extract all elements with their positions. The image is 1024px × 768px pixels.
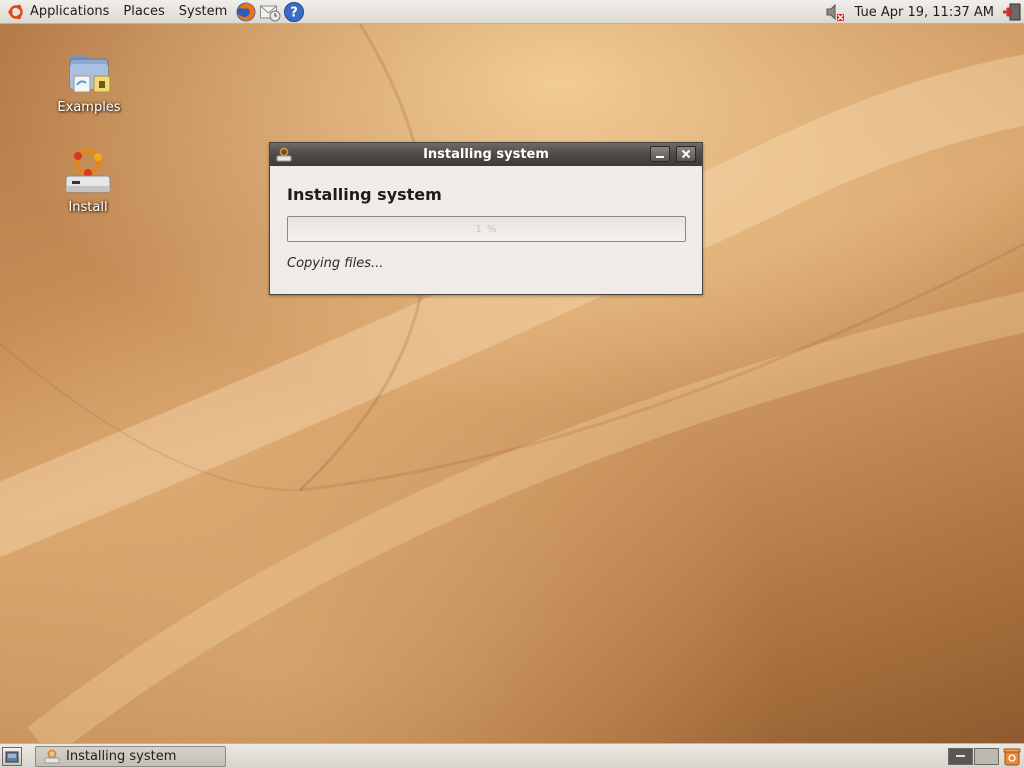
desktop-icon-install[interactable]: Install <box>48 148 128 215</box>
progress-text: 1 % <box>475 223 498 235</box>
show-desktop-button[interactable] <box>2 747 22 766</box>
system-menu[interactable]: System <box>172 0 234 24</box>
mail-icon <box>260 5 281 21</box>
places-menu[interactable]: Places <box>116 0 171 24</box>
workspace-window-marker <box>956 755 965 757</box>
trash-icon[interactable] <box>1003 747 1021 766</box>
help-icon: ? <box>284 1 305 22</box>
volume-muted-icon <box>826 3 844 21</box>
system-menu-label: System <box>178 4 228 19</box>
installer-icon <box>44 749 60 763</box>
firefox-launcher[interactable] <box>234 0 258 24</box>
desktop-icon-examples[interactable]: Examples <box>49 52 129 115</box>
dialog-titlebar[interactable]: Installing system <box>270 143 702 166</box>
taskbar-button-installing-system[interactable]: Installing system <box>35 746 226 767</box>
close-icon <box>681 149 691 159</box>
workspace-1[interactable] <box>948 748 973 765</box>
places-menu-label: Places <box>123 4 165 19</box>
wallpaper-swirl <box>0 24 1024 743</box>
mail-launcher[interactable] <box>258 0 282 24</box>
shutdown-button[interactable] <box>1000 0 1024 24</box>
minimize-icon <box>656 156 664 158</box>
clock[interactable]: Tue Apr 19, 11:37 AM <box>849 5 1000 20</box>
taskbar-button-label: Installing system <box>66 749 177 764</box>
firefox-icon <box>236 2 256 21</box>
notification-area: Tue Apr 19, 11:37 AM <box>823 0 1024 24</box>
applications-menu[interactable]: Applications <box>0 0 116 24</box>
volume-control[interactable] <box>823 0 847 24</box>
desktop-icon-label: Install <box>68 200 108 215</box>
dialog-window-title: Installing system <box>423 147 549 162</box>
folder-icon <box>69 55 111 93</box>
progress-status: Copying files... <box>287 256 384 271</box>
shutdown-icon <box>1003 3 1021 21</box>
svg-text:?: ? <box>290 5 298 20</box>
minimize-button[interactable] <box>650 146 670 162</box>
help-launcher[interactable]: ? <box>282 0 306 24</box>
ubuntu-logo-icon <box>8 4 23 19</box>
install-progress-dialog: Installing system Installing system 1 % … <box>269 142 703 295</box>
close-button[interactable] <box>676 146 696 162</box>
desktop-background[interactable]: Examples Install <box>0 24 1024 743</box>
workspace-2[interactable] <box>974 748 999 765</box>
install-progress-bar: 1 % <box>287 216 686 242</box>
desktop-icon-label: Examples <box>57 100 121 115</box>
applications-menu-label: Applications <box>30 4 110 19</box>
show-desktop-icon <box>5 751 19 762</box>
dialog-heading: Installing system <box>287 185 442 204</box>
top-panel: Applications Places System ? Tue Apr 19,… <box>0 0 1024 24</box>
bottom-panel: Installing system <box>0 743 1024 768</box>
installer-icon <box>65 148 111 193</box>
